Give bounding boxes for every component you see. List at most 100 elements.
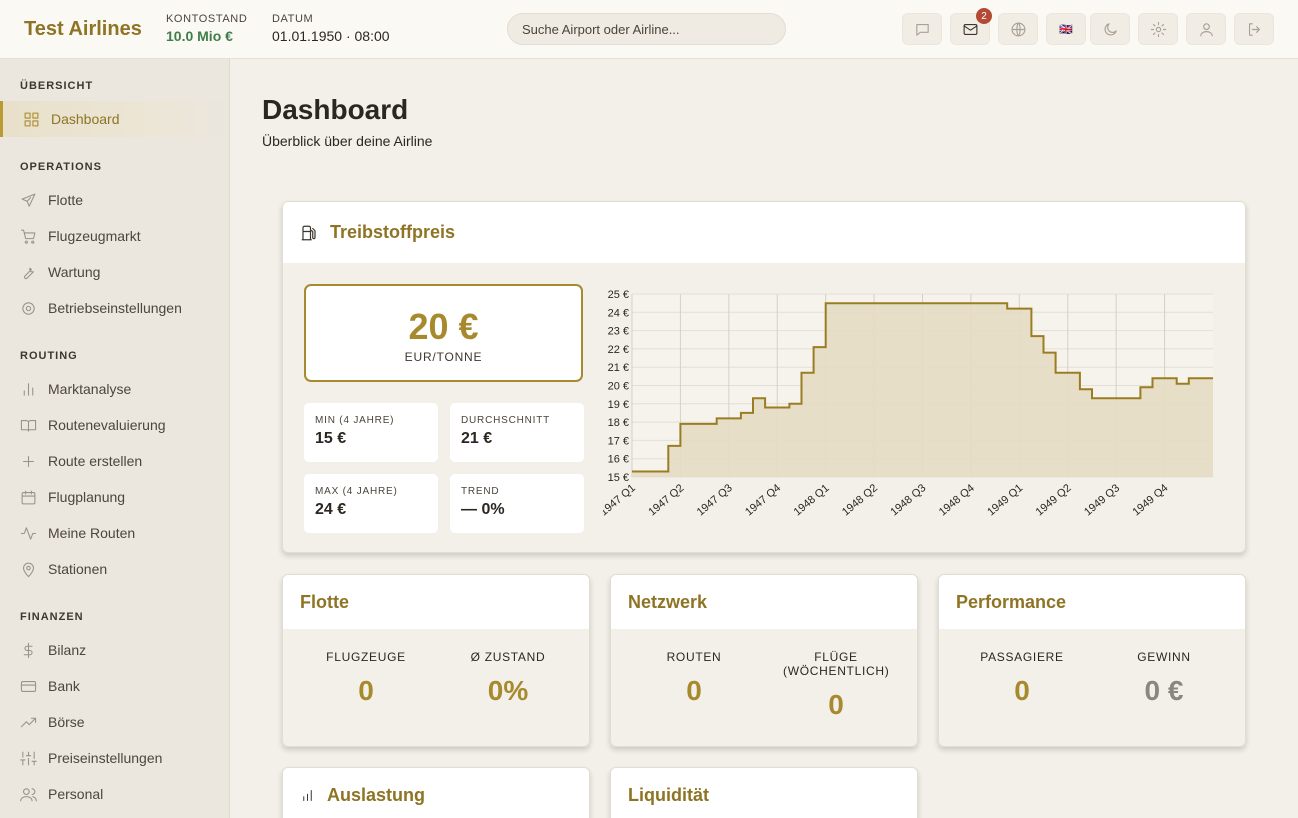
dollar-icon [23, 642, 33, 658]
current-price-box: 20 € EUR/TONNE [304, 284, 583, 382]
network-card: Netzwerk ROUTEN 0 FLÜGE (WÖCHENTLICH) 0 [610, 574, 918, 747]
network-header: Netzwerk [611, 575, 917, 629]
max-value: 24 € [315, 501, 347, 518]
liquidity-card: Liquidität [610, 767, 918, 818]
sidebar-item-bilanz[interactable]: Bilanz [0, 632, 229, 668]
top-bar: Test Airlines KONTOSTAND 10.0 Mio € DATU… [0, 0, 1298, 59]
sidebar-item-flugzeugmarkt[interactable]: Flugzeugmarkt [0, 218, 229, 254]
x-tick-label: 1948 Q1 [792, 482, 832, 518]
fleet-header: Flotte [283, 575, 589, 629]
activity-icon [20, 526, 37, 540]
sidebar-item-wartung[interactable]: Wartung [0, 254, 229, 290]
language-button[interactable]: 🇬🇧 [1046, 13, 1086, 45]
sidebar-item-stationen[interactable]: Stationen [0, 551, 229, 587]
sidebar-item-label: Bilanz [48, 642, 87, 658]
user-icon [1199, 22, 1213, 36]
sidebar-item-route-erstellen[interactable]: Route erstellen [0, 443, 229, 479]
min-value: 15 € [315, 430, 347, 447]
performance-passengers-stat: PASSAGIERE 0 [951, 650, 1093, 707]
price-unit: EUR/TONNE [404, 350, 483, 364]
dark-mode-button[interactable] [1090, 13, 1130, 45]
sidebar-item-preiseinstellungen[interactable]: Preiseinstellungen [0, 740, 229, 776]
min-price-tile: MIN (4 JAHRE) 15 € [304, 403, 438, 462]
performance-profit-value: 0 € [1144, 675, 1184, 706]
x-tick-label: 1948 Q2 [840, 482, 880, 518]
chat-button[interactable] [902, 13, 942, 45]
sidebar-item-dashboard[interactable]: Dashboard [0, 101, 229, 137]
network-routes-stat: ROUTEN 0 [623, 650, 765, 707]
fleet-condition-label: Ø ZUSTAND [470, 650, 546, 664]
bar-chart-icon [23, 382, 34, 396]
sidebar-item-betriebseinstellungen[interactable]: Betriebseinstellungen [0, 290, 229, 326]
x-tick-label: 1948 Q3 [888, 482, 928, 518]
sidebar-item-label: Preiseinstellungen [48, 750, 163, 766]
messages-button[interactable]: 2 [950, 8, 992, 45]
max-price-tile: MAX (4 JAHRE) 24 € [304, 474, 438, 533]
sidebar-item-routenevaluierung[interactable]: Routenevaluierung [0, 407, 229, 443]
performance-header: Performance [939, 575, 1245, 629]
gear-icon [22, 301, 35, 315]
y-tick-label: 18 € [608, 417, 629, 429]
flag-uk-icon: 🇬🇧 [1059, 23, 1073, 36]
network-flights-stat: FLÜGE (WÖCHENTLICH) 0 [765, 650, 907, 721]
brand-logo[interactable]: Test Airlines [24, 18, 142, 41]
settings-button[interactable] [1138, 13, 1178, 45]
fuel-price-title: Treibstoffpreis [330, 222, 456, 242]
profile-button[interactable] [1186, 13, 1226, 45]
sidebar-item-label: Dashboard [51, 111, 120, 127]
search-input[interactable] [507, 13, 786, 45]
current-price: 20 € [408, 306, 479, 347]
y-tick-label: 24 € [608, 307, 629, 319]
y-tick-label: 23 € [608, 326, 629, 338]
sidebar-item-boerse[interactable]: Börse [0, 704, 229, 740]
y-tick-label: 15 € [608, 472, 629, 484]
avg-price-tile: DURCHSCHNITT 21 € [450, 403, 584, 462]
x-tick-label: 1947 Q1 [603, 482, 638, 518]
date-value: 01.01.1950 · 08:00 [272, 28, 390, 44]
fleet-condition-stat: Ø ZUSTAND 0% [437, 650, 579, 707]
sidebar-item-label: Börse [48, 714, 85, 730]
logout-button[interactable] [1234, 13, 1274, 45]
sidebar-item-meine-routen[interactable]: Meine Routen [0, 515, 229, 551]
mail-icon [963, 23, 977, 35]
network-flights-label: FLÜGE (WÖCHENTLICH) [783, 650, 890, 678]
min-label: MIN (4 JAHRE) [315, 415, 395, 426]
sidebar-item-label: Stationen [48, 561, 108, 577]
fleet-card: Flotte FLUGZEUGE 0 Ø ZUSTAND 0% [282, 574, 590, 747]
liquidity-header: Liquidität [611, 768, 917, 818]
utilization-card: Auslastung [282, 767, 590, 818]
credit-card-icon [20, 680, 37, 692]
balance-label: KONTOSTAND [166, 13, 248, 25]
sidebar-item-label: Flugplanung [48, 489, 126, 505]
fuel-price-card: Treibstoffpreis 20 € EUR/TONNE MIN (4 JA… [282, 201, 1246, 553]
sidebar-item-personal[interactable]: Personal [0, 776, 229, 812]
cart-icon [20, 229, 36, 244]
date-label: DATUM [272, 13, 314, 25]
network-flights-value: 0 [828, 689, 844, 720]
fleet-aircraft-stat: FLUGZEUGE 0 [295, 650, 437, 707]
performance-passengers-label: PASSAGIERE [980, 650, 1064, 664]
sidebar-item-label: Route erstellen [48, 453, 143, 469]
sidebar-section-finanzen: FINANZEN [20, 611, 84, 623]
plane-icon [21, 193, 36, 207]
y-tick-label: 19 € [608, 399, 629, 411]
trend-label: TREND [461, 486, 500, 497]
trend-value: — 0% [461, 501, 505, 518]
globe-button[interactable] [998, 13, 1038, 45]
y-tick-label: 22 € [608, 344, 629, 356]
sidebar-item-flotte[interactable]: Flotte [0, 182, 229, 218]
sidebar-item-label: Flotte [48, 192, 84, 208]
fuel-price-chart: 15 € 16 € 17 € 18 € 19 € 20 € 21 € 22 € 23 € 24 €… [603, 289, 1213, 518]
sidebar-item-flugplanung[interactable]: Flugplanung [0, 479, 229, 515]
performance-card: Performance PASSAGIERE 0 GEWINN 0 € [938, 574, 1246, 747]
sidebar-item-label: Bank [48, 678, 80, 694]
sidebar-item-marktanalyse[interactable]: Marktanalyse [0, 371, 229, 407]
sidebar-item-label: Betriebseinstellungen [48, 300, 182, 316]
sidebar-item-bank[interactable]: Bank [0, 668, 229, 704]
fuel-price-header: Treibstoffpreis [283, 202, 1245, 263]
performance-profit-label: GEWINN [1137, 650, 1191, 664]
page-title: Dashboard [262, 94, 409, 125]
book-icon [20, 419, 37, 432]
performance-passengers-value: 0 [1014, 675, 1030, 706]
y-tick-label: 20 € [608, 381, 629, 393]
